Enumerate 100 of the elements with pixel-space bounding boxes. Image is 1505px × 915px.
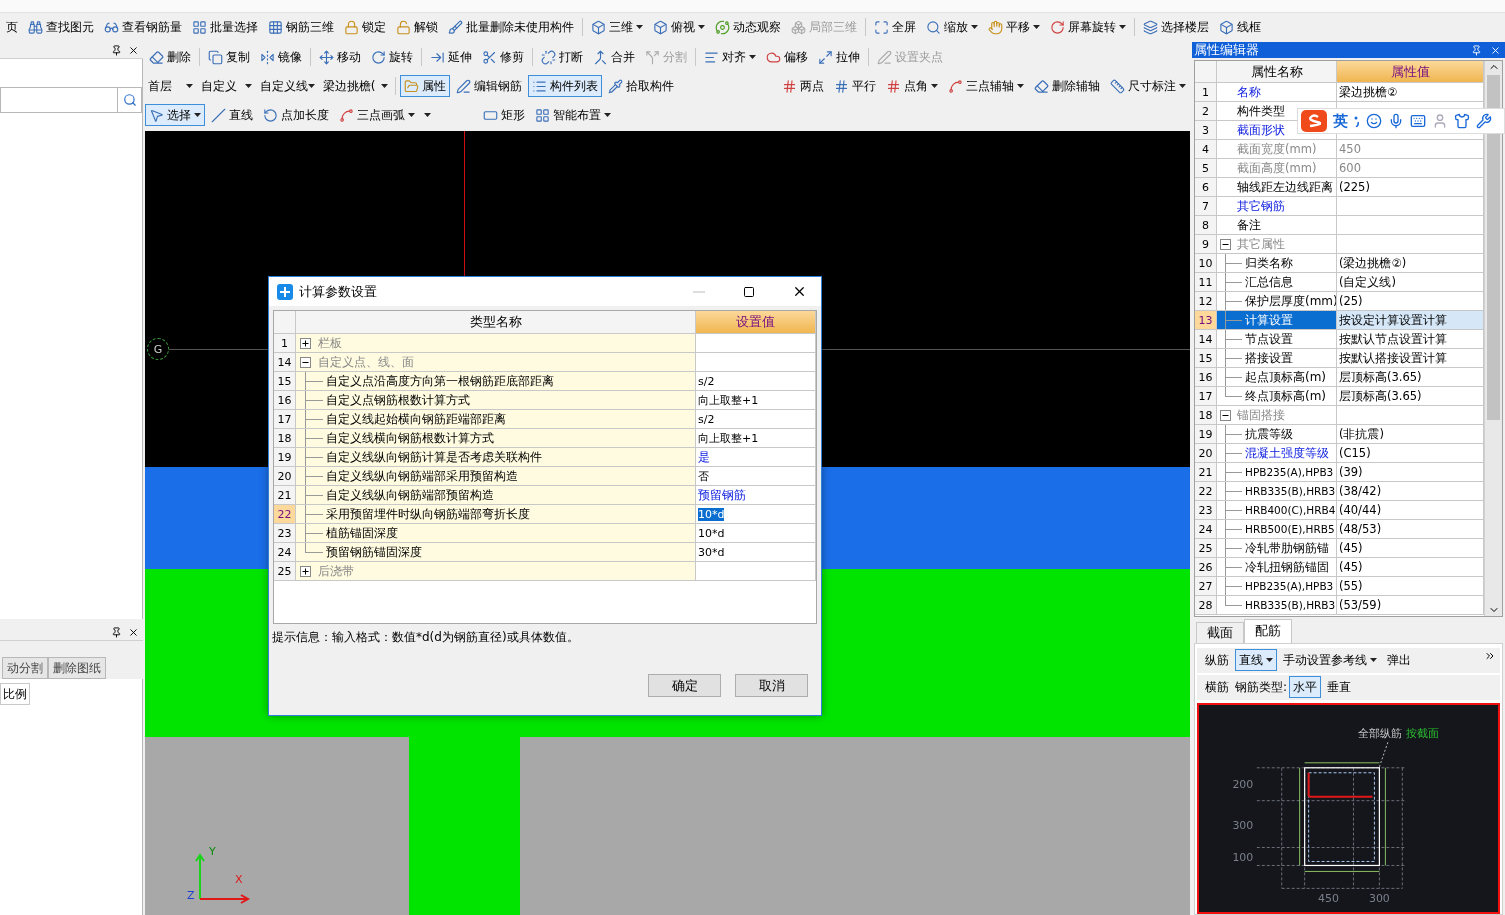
- toolbar-button[interactable]: 批量删除未使用构件: [444, 16, 578, 38]
- toolbar-button[interactable]: 两点: [778, 75, 828, 97]
- toolbar-button[interactable]: 点角: [882, 75, 942, 97]
- parameter-value[interactable]: s/2: [696, 410, 816, 429]
- input-mode-toggle[interactable]: 英: [1333, 111, 1348, 131]
- toolbar-button[interactable]: 平移: [984, 16, 1044, 38]
- expand-icon[interactable]: [300, 566, 311, 577]
- parameter-value[interactable]: 向上取整+1: [696, 391, 816, 410]
- toolbar-button[interactable]: 平行: [830, 75, 880, 97]
- toolbar-button[interactable]: 选择: [145, 104, 205, 126]
- parameter-value[interactable]: 是: [696, 448, 816, 467]
- toolbar-button[interactable]: 智能布置: [531, 104, 615, 126]
- toolbar-button[interactable]: 缩放: [922, 16, 982, 38]
- panel-tab[interactable]: 配筋: [1244, 618, 1292, 643]
- toolbar-button[interactable]: 解锁: [392, 16, 442, 38]
- toolbar-button[interactable]: 旋转: [367, 46, 417, 68]
- property-value[interactable]: 按默认搭接设置计算: [1337, 349, 1485, 368]
- dialog-button[interactable]: 取消: [735, 674, 808, 697]
- property-value[interactable]: 按默认节点设置计算: [1337, 330, 1485, 349]
- property-value[interactable]: [1337, 216, 1485, 235]
- toolbar-button[interactable]: 三点画弧: [335, 104, 419, 126]
- property-value[interactable]: (40/44): [1337, 501, 1485, 520]
- panel-tab[interactable]: 截面: [1196, 621, 1244, 643]
- panel-tab[interactable]: 动分割: [2, 657, 48, 679]
- toolbar-button[interactable]: 横筋: [1201, 676, 1233, 699]
- toolbar-button[interactable]: 尺寸标注: [1106, 75, 1190, 97]
- parameter-value[interactable]: 预留钢筋: [696, 486, 816, 505]
- property-value[interactable]: [1337, 406, 1485, 425]
- panel-tab[interactable]: 删除图纸: [48, 657, 106, 679]
- toolbar-button[interactable]: 镜像: [256, 46, 306, 68]
- parameter-value[interactable]: [696, 334, 816, 353]
- toolbar-button[interactable]: 复制: [204, 46, 254, 68]
- toolbar-button[interactable]: 全屏: [870, 16, 920, 38]
- property-value[interactable]: (C15): [1337, 444, 1485, 463]
- toolbar-button[interactable]: 构件列表: [528, 75, 603, 97]
- parameter-value[interactable]: [696, 562, 816, 581]
- toolbar-button[interactable]: 打断: [537, 46, 587, 68]
- property-value[interactable]: (38/42): [1337, 482, 1485, 501]
- collapse-icon[interactable]: [1220, 239, 1231, 250]
- toolbar-button[interactable]: 对齐: [700, 46, 760, 68]
- toolbar-button[interactable]: 直线: [1235, 649, 1277, 672]
- property-value[interactable]: 层顶标高(3.65): [1337, 368, 1485, 387]
- property-value[interactable]: (自定义线): [1337, 273, 1485, 292]
- toolbar-button[interactable]: 直线: [207, 104, 257, 126]
- toolbar-button[interactable]: 三维: [587, 16, 647, 38]
- property-value[interactable]: (53/59): [1337, 596, 1485, 615]
- toolbar-button[interactable]: 三点辅轴: [944, 75, 1028, 97]
- toolbar-button[interactable]: 偏移: [762, 46, 812, 68]
- toolbar-button[interactable]: 修剪: [478, 46, 528, 68]
- property-value[interactable]: (48/53): [1337, 520, 1485, 539]
- toolbar-button[interactable]: 属性: [400, 75, 451, 97]
- parameter-value[interactable]: 10*d: [696, 505, 816, 524]
- parameter-value[interactable]: 向上取整+1: [696, 429, 816, 448]
- toolbar-button[interactable]: 水平: [1289, 676, 1322, 699]
- toolbar-button[interactable]: 动态观察: [711, 16, 785, 38]
- expand-icon[interactable]: [300, 338, 311, 349]
- property-value[interactable]: (225): [1337, 178, 1485, 197]
- property-value[interactable]: (55): [1337, 577, 1485, 596]
- property-value[interactable]: (梁边挑檐②): [1337, 254, 1485, 273]
- property-value[interactable]: (非抗震): [1337, 425, 1485, 444]
- toolbar-button[interactable]: 手动设置参考线: [1279, 649, 1381, 672]
- toolbar-button[interactable]: 锁定: [340, 16, 390, 38]
- parameter-value[interactable]: [696, 353, 816, 372]
- property-value[interactable]: 按设定计算设置计算: [1337, 311, 1485, 330]
- toolbar-button[interactable]: 编辑钢筋: [452, 75, 527, 97]
- property-value[interactable]: (39): [1337, 463, 1485, 482]
- toolbar-button[interactable]: 弹出: [1383, 649, 1415, 672]
- toolbar-button[interactable]: 线框: [1215, 16, 1265, 38]
- toolbar-button[interactable]: 垂直: [1323, 676, 1356, 699]
- toolbar-button[interactable]: 屏幕旋转: [1046, 16, 1130, 38]
- toolbar-button[interactable]: 页: [2, 16, 22, 38]
- scrollbar-thumb[interactable]: [1487, 75, 1501, 420]
- property-value[interactable]: [1337, 197, 1485, 216]
- toolbar-button[interactable]: 查看钢筋量: [100, 16, 186, 38]
- toolbar-button[interactable]: 钢筋三维: [264, 16, 338, 38]
- toolbar-button[interactable]: 拾取构件: [604, 75, 679, 97]
- parameter-value[interactable]: 30*d: [696, 543, 816, 562]
- toolbar-button[interactable]: 选择楼层: [1139, 16, 1213, 38]
- parameter-value[interactable]: s/2: [696, 372, 816, 391]
- toolbar-button[interactable]: 点加长度: [259, 104, 333, 126]
- search-button[interactable]: [118, 87, 142, 113]
- property-value[interactable]: 梁边挑檐②: [1337, 83, 1485, 102]
- toolbar-button[interactable]: 批量选择: [188, 16, 262, 38]
- toolbar-button[interactable]: 矩形: [479, 104, 529, 126]
- property-value[interactable]: [1337, 235, 1485, 254]
- toolbar-button[interactable]: 纵筋: [1201, 649, 1233, 672]
- toolbar-button[interactable]: 拉伸: [814, 46, 864, 68]
- callout-link[interactable]: 按截面: [1406, 726, 1440, 740]
- toolbar-button[interactable]: 俯视: [649, 16, 709, 38]
- property-value[interactable]: (45): [1337, 539, 1485, 558]
- dialog-button[interactable]: 确定: [648, 674, 721, 697]
- toolbar-button[interactable]: 移动: [315, 46, 365, 68]
- parameter-value[interactable]: 否: [696, 467, 816, 486]
- property-value[interactable]: (45): [1337, 558, 1485, 577]
- toolbar-button[interactable]: 查找图元: [24, 16, 98, 38]
- toolbar-button[interactable]: 延伸: [426, 46, 476, 68]
- toolbar-button[interactable]: 删除辅轴: [1030, 75, 1104, 97]
- parameter-value[interactable]: 10*d: [696, 524, 816, 543]
- toolbar-button[interactable]: 合并: [589, 46, 639, 68]
- collapse-icon[interactable]: [300, 357, 311, 368]
